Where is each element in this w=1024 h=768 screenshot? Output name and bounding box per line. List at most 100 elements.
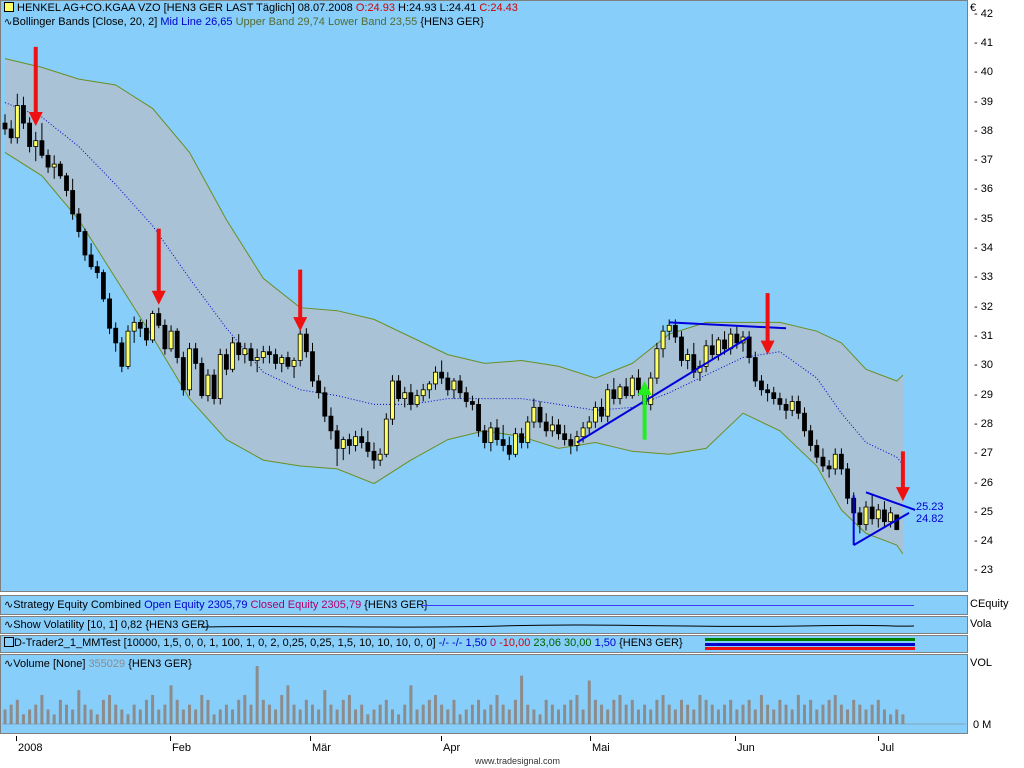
candle-body: [168, 330, 174, 350]
candle-body: [777, 398, 783, 405]
y-tick-label: - 27: [974, 447, 993, 460]
equity-line: [421, 605, 914, 606]
x-tick-mark: [16, 736, 17, 741]
candle-body: [377, 453, 383, 461]
candle-body: [482, 430, 488, 443]
y-tick-label: - 37: [974, 154, 993, 167]
candle-body: [679, 336, 684, 361]
volume-bar: [606, 709, 610, 724]
volume-bar: [15, 699, 19, 724]
volume-bar: [587, 680, 591, 724]
candle: [383, 413, 389, 458]
volume-bar: [803, 704, 806, 724]
candle-body: [297, 333, 303, 361]
candle-body: [76, 213, 82, 232]
y-tick-label: - 42: [974, 7, 993, 20]
volume-bar: [95, 714, 99, 724]
volume-bar: [477, 699, 481, 724]
candle-body: [33, 140, 39, 147]
volume-bar: [513, 699, 517, 724]
candle-body: [285, 357, 291, 367]
volume-bar: [9, 704, 13, 724]
candle-body: [543, 421, 549, 432]
candle-body: [144, 327, 149, 341]
volume-bar: [440, 704, 444, 724]
candle-body: [310, 351, 315, 382]
volume-bar: [52, 714, 56, 724]
volume-bar: [286, 685, 290, 724]
candle-body: [64, 175, 69, 191]
volume-bar: [360, 704, 364, 724]
volume-bar: [397, 714, 401, 724]
y-tick-label: - 31: [974, 330, 993, 343]
volume-bar: [298, 709, 302, 724]
candle-body: [223, 354, 229, 370]
trader-value-6: 1,50: [594, 637, 617, 649]
volume-bar: [114, 704, 118, 724]
trader-legend: D-Trader2_1_MMTest [10000, 1,5, 0, 0, 1,…: [4, 637, 683, 649]
volume-bar: [157, 709, 161, 724]
candle-body: [199, 363, 205, 397]
volume-chart: [2, 666, 966, 725]
candle-body: [734, 333, 740, 344]
candle-body: [359, 436, 365, 443]
candle-body: [463, 392, 469, 402]
candle-body: [426, 383, 432, 391]
volume-bar: [34, 704, 38, 724]
volume-bar: [876, 699, 880, 724]
candle-body: [636, 377, 641, 391]
candle-body: [414, 395, 420, 405]
trader-line-blue: [705, 643, 915, 646]
volume-bar: [126, 714, 130, 724]
candle-body: [365, 442, 371, 452]
volume-bar: [839, 704, 843, 724]
candle: [845, 463, 850, 505]
candle-body: [672, 324, 678, 338]
volume-bar: [796, 695, 800, 724]
volume-bar: [169, 685, 173, 724]
trader-value-3: -10,00: [499, 637, 531, 649]
volume-bar: [21, 714, 25, 724]
volume-bar: [138, 709, 142, 724]
volume-bar: [231, 709, 235, 724]
candle-body: [722, 339, 727, 350]
volume-bar: [470, 704, 474, 724]
candle: [390, 375, 395, 425]
volume-bar: [452, 699, 456, 724]
price-label-lower: 24.82: [916, 513, 944, 525]
volume-bar: [729, 699, 733, 724]
volume-bar: [224, 704, 228, 724]
candle: [107, 293, 112, 335]
candle-body: [107, 298, 112, 329]
x-tick-label: Mär: [312, 742, 331, 754]
volume-bar: [108, 695, 112, 724]
volume-bar: [194, 709, 198, 724]
volume-bar: [901, 714, 905, 724]
volume-bar: [366, 714, 370, 724]
candle-body: [8, 128, 14, 139]
candle: [654, 342, 660, 384]
volume-bar: [384, 699, 388, 724]
volume-bar: [759, 695, 763, 724]
volume-bar: [372, 709, 376, 724]
volume-bar: [120, 709, 124, 724]
volume-bar: [151, 695, 155, 724]
volume-bar: [65, 704, 68, 724]
candle-body: [57, 163, 63, 177]
candle-body: [771, 392, 777, 399]
y-tick-label: - 35: [974, 212, 993, 225]
volume-bar: [409, 685, 413, 724]
candle-body: [765, 389, 770, 394]
candle-body: [303, 333, 309, 353]
candle-body: [457, 380, 463, 394]
volume-bar: [89, 709, 93, 724]
volume-bar: [77, 690, 81, 724]
candle-body: [45, 154, 51, 168]
candle-body: [88, 254, 94, 268]
candle-body: [439, 371, 445, 379]
candle-body: [322, 392, 328, 417]
candle: [199, 357, 205, 399]
trader-value-1: -/- -/- 1,50: [438, 637, 487, 649]
candle-body: [863, 506, 869, 525]
candle-body: [156, 313, 162, 326]
